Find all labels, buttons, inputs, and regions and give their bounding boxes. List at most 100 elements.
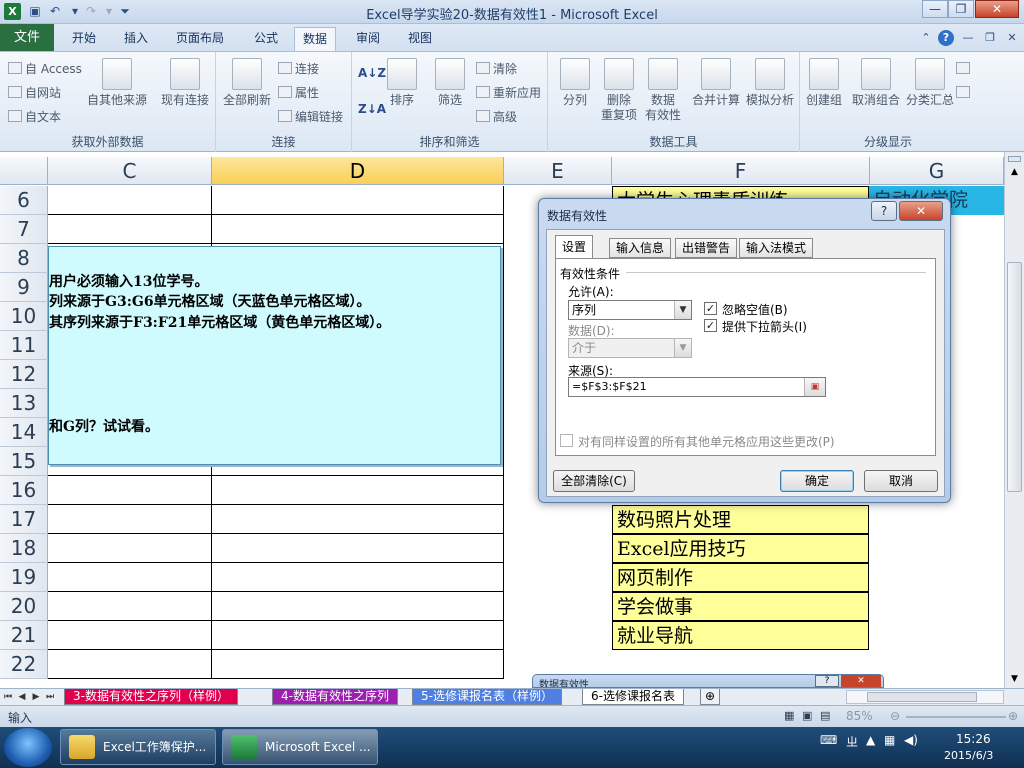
scroll-up-icon[interactable]: ▲	[1008, 166, 1021, 179]
tab-review[interactable]: 审阅	[348, 27, 388, 51]
keyboard-icon[interactable]: ⌨	[820, 733, 837, 747]
ignore-blank-checkbox[interactable]: ✓	[704, 302, 717, 315]
undo-icon[interactable]: ↶	[46, 3, 64, 20]
dialog-close-button[interactable]: ✕	[841, 675, 881, 687]
what-if-analysis-button[interactable]: 模拟分析	[740, 58, 800, 108]
save-icon[interactable]: ▣	[26, 3, 44, 20]
vertical-scrollbar[interactable]: ▲ ▼	[1004, 152, 1024, 688]
tab-insert[interactable]: 插入	[116, 27, 156, 51]
zoom-slider[interactable]	[906, 716, 1006, 718]
normal-view-icon[interactable]: ▦	[784, 709, 794, 722]
tab-formulas[interactable]: 公式	[246, 27, 286, 51]
refresh-all-button[interactable]: 全部刷新	[218, 58, 276, 108]
tab-data[interactable]: 数据	[294, 27, 337, 51]
taskbar-item-explorer[interactable]: Excel工作簿保护...	[60, 729, 216, 765]
data-validation-dialog-behind[interactable]: 数据有效性 ? ✕	[532, 674, 884, 688]
row-header[interactable]: 22	[0, 650, 48, 679]
row-header[interactable]: 9	[0, 273, 48, 302]
sheet-tab[interactable]: 4-数据有效性之序列	[272, 689, 398, 705]
zoom-out-icon[interactable]: ⊖	[890, 709, 900, 723]
tab-file[interactable]: 文件	[0, 24, 54, 51]
taskbar-item-excel[interactable]: Microsoft Excel ...	[222, 729, 378, 765]
minimize-button[interactable]: —	[922, 0, 948, 18]
scroll-down-icon[interactable]: ▼	[1008, 673, 1021, 686]
next-sheet-icon[interactable]: ▶	[30, 690, 42, 704]
sheet-tab-active[interactable]: 6-选修课报名表	[582, 689, 684, 705]
allow-select[interactable]: 序列 ▼	[568, 300, 692, 320]
cell-f19[interactable]: 网页制作	[612, 563, 869, 592]
zoom-in-icon[interactable]: ⊕	[1008, 709, 1018, 723]
from-text-button[interactable]: 自文本	[8, 108, 61, 126]
scrollbar-thumb[interactable]	[1007, 262, 1022, 492]
excel-app-icon[interactable]: X	[4, 3, 21, 20]
network-icon[interactable]: ▦	[884, 733, 895, 747]
prev-sheet-icon[interactable]: ◀	[16, 690, 28, 704]
row-header[interactable]: 11	[0, 331, 48, 360]
cell-f21[interactable]: 就业导航	[612, 621, 869, 650]
column-header-d[interactable]: D	[212, 157, 504, 185]
dialog-help-button[interactable]: ?	[871, 201, 897, 221]
row-header[interactable]: 15	[0, 447, 48, 476]
row-header[interactable]: 7	[0, 215, 48, 244]
from-access-button[interactable]: 自 Access	[8, 60, 82, 78]
cancel-button[interactable]: 取消	[864, 470, 938, 492]
connections-button[interactable]: 连接	[278, 60, 319, 78]
volume-icon[interactable]: ◀)	[904, 733, 918, 747]
column-header-g[interactable]: G	[870, 157, 1004, 185]
row-header[interactable]: 8	[0, 244, 48, 273]
page-layout-view-icon[interactable]: ▣	[802, 709, 812, 722]
last-sheet-icon[interactable]: ⏭	[44, 690, 56, 704]
cell-f20[interactable]: 学会做事	[612, 592, 869, 621]
row-header[interactable]: 18	[0, 534, 48, 563]
apply-all-checkbox[interactable]	[560, 434, 573, 447]
row-header[interactable]: 14	[0, 418, 48, 447]
data-validation-button[interactable]: 数据 有效性	[636, 58, 690, 123]
row-header[interactable]: 17	[0, 505, 48, 534]
source-input[interactable]: =$F$3:$F$21 ▣	[568, 377, 826, 397]
row-header[interactable]: 16	[0, 476, 48, 505]
properties-button[interactable]: 属性	[278, 84, 319, 102]
dialog-close-button[interactable]: ✕	[899, 201, 943, 221]
filter-button[interactable]: 筛选	[428, 58, 472, 108]
row-header[interactable]: 6	[0, 186, 48, 215]
in-cell-dropdown-checkbox[interactable]: ✓	[704, 319, 717, 332]
help-icon[interactable]: ?	[938, 30, 954, 46]
subtotal-button[interactable]: 分类汇总	[900, 58, 960, 108]
edit-links-button[interactable]: 编辑链接	[278, 108, 343, 126]
row-header[interactable]: 12	[0, 360, 48, 389]
sheet-tab[interactable]: 5-选修课报名表（样例）	[412, 689, 562, 705]
cell-f18[interactable]: Excel应用技巧	[612, 534, 869, 563]
tab-error-alert[interactable]: 出错警告	[675, 238, 738, 258]
from-other-sources-button[interactable]: 自其他来源	[86, 58, 148, 108]
start-button[interactable]	[4, 728, 52, 767]
advanced-filter-button[interactable]: 高级	[476, 108, 517, 126]
clock-date[interactable]: 2015/6/3	[944, 749, 993, 762]
tab-home[interactable]: 开始	[64, 27, 104, 51]
tab-settings[interactable]: 设置	[555, 235, 594, 259]
split-box-icon[interactable]	[1008, 156, 1021, 162]
reapply-button[interactable]: 重新应用	[476, 84, 541, 102]
insert-sheet-icon[interactable]: ⊕	[700, 689, 721, 705]
ok-button[interactable]: 确定	[780, 470, 854, 492]
first-sheet-icon[interactable]: ⏮	[2, 690, 14, 704]
zoom-level[interactable]: 85%	[846, 709, 873, 723]
workbook-restore-icon[interactable]: ❐	[982, 30, 998, 46]
page-break-view-icon[interactable]: ▤	[820, 709, 830, 722]
group-button[interactable]: 创建组	[800, 58, 848, 108]
cell-f17[interactable]: 数码照片处理	[612, 505, 869, 534]
row-header[interactable]: 13	[0, 389, 48, 418]
tab-input-message[interactable]: 输入信息	[609, 238, 672, 258]
scrollbar-thumb[interactable]	[867, 692, 977, 702]
collapse-dialog-icon[interactable]: ▣	[804, 378, 825, 396]
select-all-corner[interactable]	[0, 157, 48, 185]
row-header[interactable]: 10	[0, 302, 48, 331]
row-header[interactable]: 20	[0, 592, 48, 621]
row-header[interactable]: 21	[0, 621, 48, 650]
sheet-tab[interactable]: 3-数据有效性之序列（样例）	[64, 689, 238, 705]
ime-icon[interactable]: ㄓ	[846, 733, 858, 750]
clear-filter-button[interactable]: 清除	[476, 60, 517, 78]
customize-quick-access-icon[interactable]: ⏷	[116, 3, 134, 20]
data-select[interactable]: 介于 ▼	[568, 338, 692, 358]
show-hidden-icons[interactable]: ▲	[866, 733, 875, 747]
instruction-text-box[interactable]: 用户必须输入13位学号。 列来源于G3:G6单元格区域（天蓝色单元格区域）。 其…	[48, 246, 501, 465]
